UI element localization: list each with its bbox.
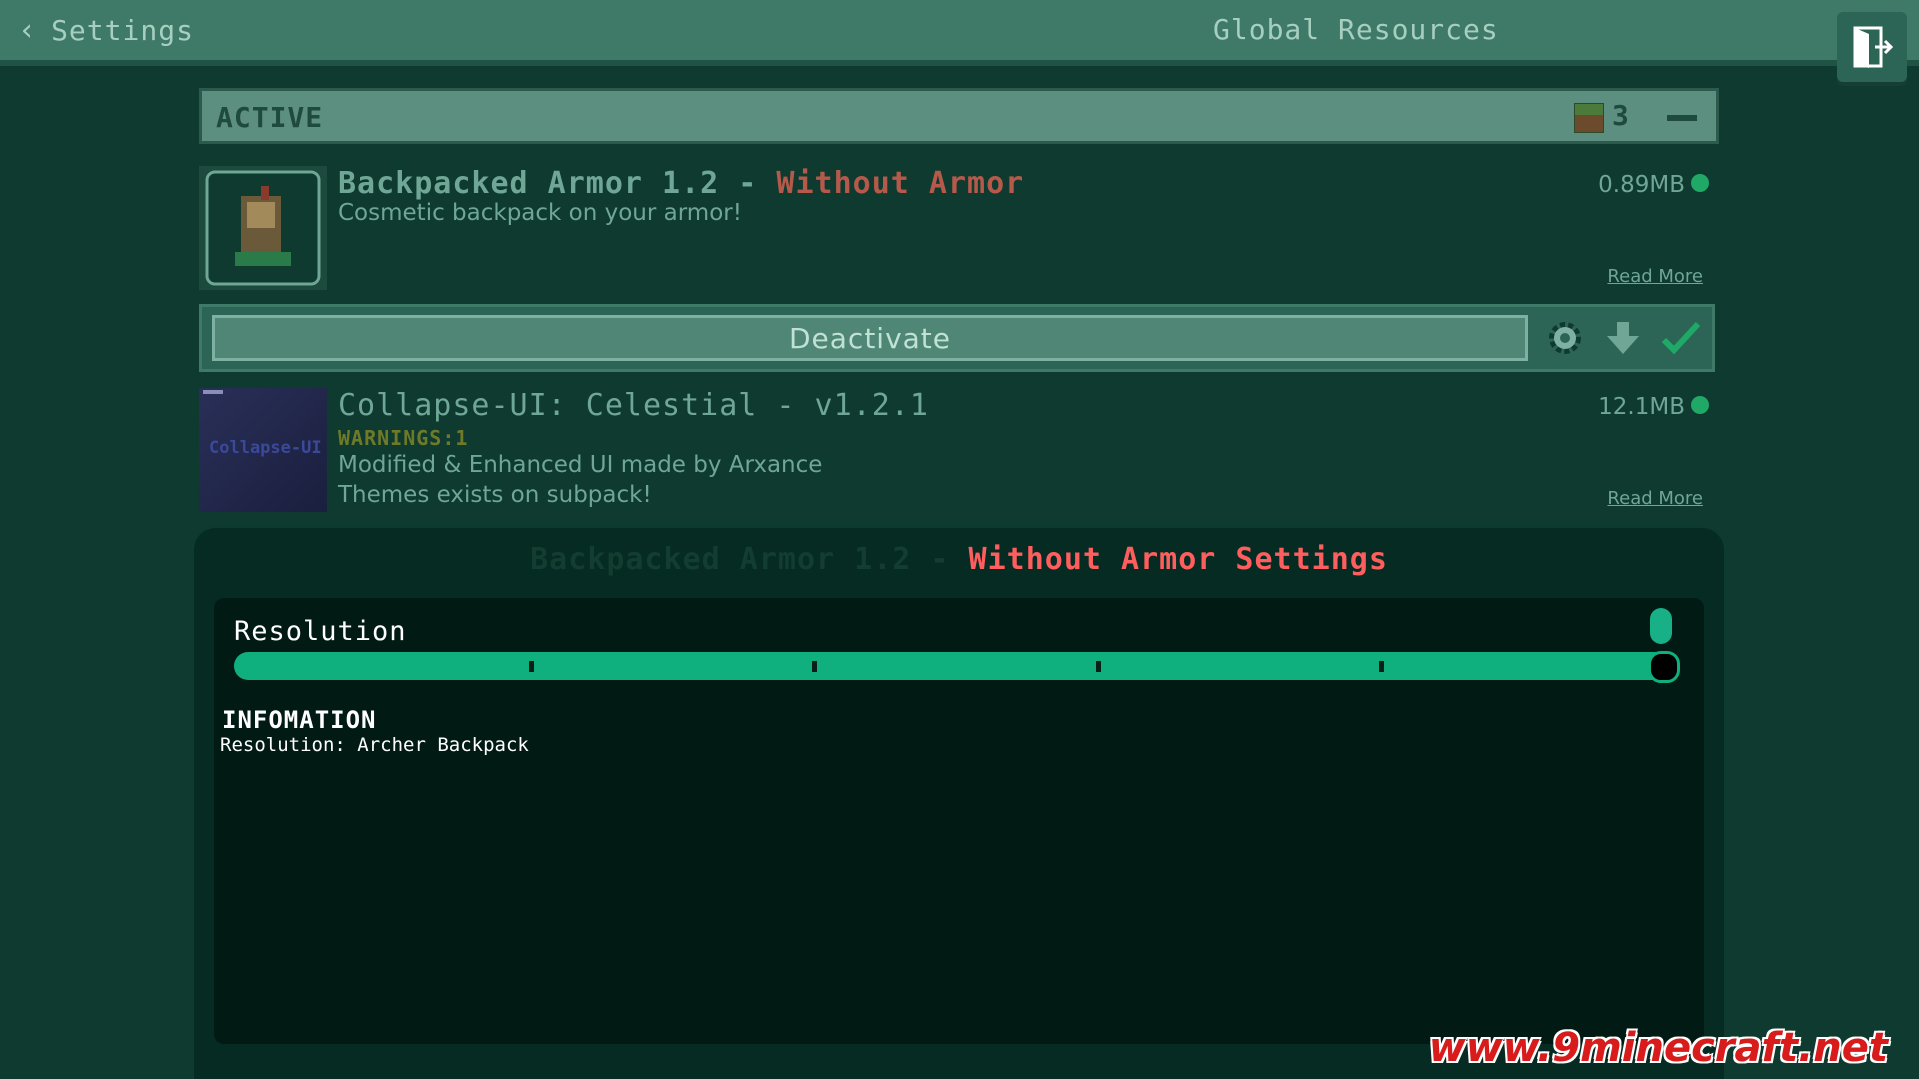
read-more-link[interactable]: Read More — [1607, 266, 1703, 287]
checkmark-icon — [1661, 321, 1701, 355]
page-title: Global Resources — [1213, 13, 1499, 46]
status-dot-icon — [1691, 174, 1709, 192]
collapse-icon[interactable] — [1667, 115, 1697, 121]
slider-tick — [812, 661, 818, 672]
settings-content: Resolution INFOMATION Resolution: Archer… — [214, 598, 1704, 1044]
confirm-button[interactable] — [1656, 315, 1706, 361]
slider-tick — [529, 661, 535, 672]
pack-thumbnail — [199, 166, 327, 290]
pack-size: 12.1MB — [1598, 394, 1685, 420]
gear-icon — [1549, 322, 1581, 354]
panel-title: Backpacked Armor 1.2 - Without Armor Set… — [194, 542, 1724, 577]
slider-label: Resolution — [234, 616, 407, 647]
resolution-slider[interactable] — [234, 651, 1680, 683]
pack-size: 0.89MB — [1598, 172, 1685, 198]
warnings-badge: WARNINGS:1 — [338, 426, 469, 450]
pack-title-main: Backpacked Armor 1.2 - — [338, 166, 777, 201]
info-heading: INFOMATION — [222, 706, 377, 734]
pack-item-collapse-ui[interactable]: Collapse-UI Collapse-UI: Celestial - v1.… — [199, 388, 1719, 514]
thumbnail-logo-text: Collapse-UI — [209, 438, 322, 458]
panel-title-pack: Backpacked Armor 1.2 - — [530, 542, 969, 577]
pack-title: Backpacked Armor 1.2 - Without Armor — [338, 166, 1024, 201]
status-dot-icon — [1691, 396, 1709, 414]
top-bar: ‹ Settings Global Resources — [0, 0, 1919, 66]
slider-handle[interactable] — [1648, 651, 1680, 683]
watermark: www.9minecraft.net — [1428, 1025, 1888, 1071]
exit-door-icon — [1853, 26, 1894, 68]
panel-title-accent: Without Armor Settings — [968, 542, 1388, 577]
pack-action-bar: Deactivate — [199, 304, 1715, 372]
slider-value-indicator — [1650, 608, 1672, 644]
pack-thumbnail: Collapse-UI — [199, 388, 327, 512]
pack-description-line-1: Modified & Enhanced UI made by Arxance — [338, 452, 823, 478]
read-more-link[interactable]: Read More — [1607, 488, 1703, 509]
arrow-down-icon — [1607, 322, 1639, 354]
pack-description-line-2: Themes exists on subpack! — [338, 482, 652, 508]
back-label: Settings — [51, 13, 194, 47]
slider-tick — [1095, 661, 1101, 672]
section-count: 3 — [1612, 99, 1629, 132]
grass-block-icon — [1574, 103, 1604, 133]
back-button[interactable]: ‹ Settings — [18, 10, 194, 50]
settings-button[interactable] — [1540, 315, 1590, 361]
slider-tick — [1378, 661, 1384, 672]
section-title: ACTIVE — [216, 101, 324, 134]
pack-title: Collapse-UI: Celestial - v1.2.1 — [338, 388, 929, 423]
exit-button[interactable] — [1837, 12, 1907, 82]
pack-settings-panel: Backpacked Armor 1.2 - Without Armor Set… — [194, 528, 1724, 1079]
info-text: Resolution: Archer Backpack — [220, 734, 529, 756]
chevron-left-icon: ‹ — [18, 12, 38, 48]
deactivate-button[interactable]: Deactivate — [212, 315, 1528, 361]
move-down-button[interactable] — [1598, 315, 1648, 361]
pack-title-accent: Without Armor — [776, 166, 1025, 201]
active-section-header[interactable]: ACTIVE 3 — [199, 88, 1719, 144]
pack-item-backpacked-armor[interactable]: Backpacked Armor 1.2 - Without Armor Cos… — [199, 166, 1719, 294]
pack-description: Cosmetic backpack on your armor! — [338, 200, 742, 226]
